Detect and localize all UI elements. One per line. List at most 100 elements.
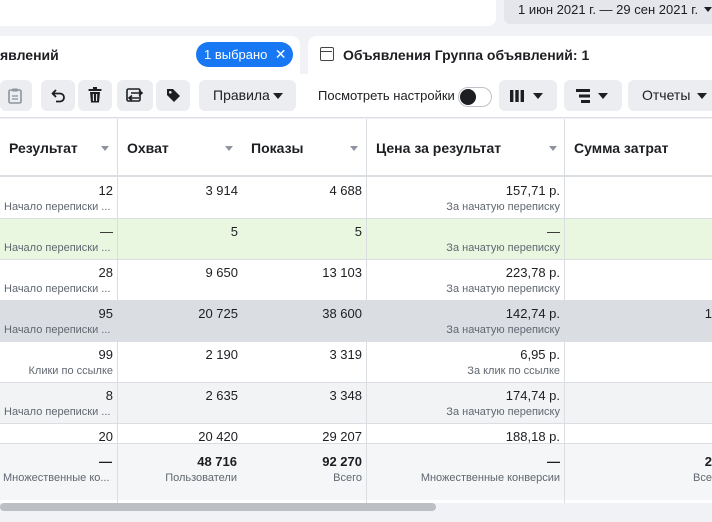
cell-value: 20 bbox=[98, 429, 113, 444]
cell-subtext: Начало переписки ... bbox=[4, 242, 111, 254]
table-row[interactable]: 12 Начало переписки ... 3 914 4 688 157,71 р… bbox=[0, 178, 712, 219]
cell-value: — bbox=[100, 224, 113, 239]
clipboard-button[interactable] bbox=[0, 80, 32, 111]
table-row[interactable]: 8 Начало переписки ... 2 635 3 348 174,74 р.… bbox=[0, 383, 712, 424]
cell-value: 20 420 bbox=[198, 429, 238, 444]
reports-label: Отчеты bbox=[642, 87, 691, 103]
totals-cost-per-result: — bbox=[547, 454, 560, 469]
totals-result-sub: Множественные ко... bbox=[3, 472, 110, 484]
column-header-cost-per-result[interactable]: Цена за результат bbox=[367, 119, 564, 177]
table-row[interactable]: 95 Начало переписки ... 20 725 38 600 142,74… bbox=[0, 301, 712, 342]
cell-value: 2 190 bbox=[205, 347, 238, 362]
chevron-down-icon bbox=[273, 93, 283, 99]
column-header-amount-spent[interactable]: Сумма затрат bbox=[565, 119, 712, 177]
cell-subtext: За начатую переписку bbox=[446, 201, 560, 213]
totals-reach: 48 716 bbox=[197, 454, 237, 469]
cell-value: 99 bbox=[98, 347, 113, 362]
view-settings-toggle[interactable] bbox=[458, 87, 492, 107]
cell-value: 95 bbox=[98, 306, 113, 321]
rules-button[interactable]: Правила bbox=[199, 80, 296, 111]
columns-button[interactable] bbox=[499, 80, 557, 111]
column-header-reach-label: Охват bbox=[127, 140, 169, 156]
table-cell-spend bbox=[565, 178, 712, 219]
table-cell-cost: — За начатую переписку bbox=[367, 219, 564, 260]
delete-button[interactable] bbox=[78, 80, 112, 111]
cell-value: 13 103 bbox=[322, 265, 362, 280]
column-header-result[interactable]: Результат bbox=[0, 119, 117, 177]
cell-subtext: Начало переписки ... bbox=[4, 406, 111, 418]
cell-value: 28 bbox=[98, 265, 113, 280]
totals-amount-spent: 2 bbox=[704, 454, 712, 469]
table-cell-impressions: 4 688 bbox=[242, 178, 366, 219]
top-bar: 1 июн 2021 г. — 29 сен 2021 г. bbox=[0, 0, 712, 32]
tab-ads-in-group-label: Объявления Группа объявлений: 1 bbox=[343, 47, 590, 63]
breakdown-button[interactable] bbox=[564, 80, 622, 111]
cell-subtext: Начало переписки ... bbox=[4, 324, 111, 336]
column-divider bbox=[366, 444, 367, 501]
column-divider bbox=[564, 444, 565, 501]
totals-result: — bbox=[99, 454, 112, 469]
undo-button[interactable] bbox=[41, 80, 75, 111]
sort-icon[interactable] bbox=[225, 146, 233, 151]
sort-icon[interactable] bbox=[101, 146, 109, 151]
cell-subtext: Начало переписки ... bbox=[4, 201, 111, 213]
table-row[interactable]: 99 Клики по ссылке 2 190 3 319 6,95 р. За кли… bbox=[0, 342, 712, 383]
column-header-result-label: Результат bbox=[9, 140, 78, 156]
cell-subtext: За начатую переписку bbox=[446, 242, 560, 254]
top-bar-left-area bbox=[0, 0, 496, 26]
table-cell-impressions: 38 600 bbox=[242, 301, 366, 342]
sort-icon[interactable] bbox=[350, 146, 358, 151]
cell-subtext: За начатую переписку bbox=[446, 406, 560, 418]
table-cell-result: 8 Начало переписки ... bbox=[0, 383, 117, 424]
swap-button[interactable] bbox=[117, 80, 153, 111]
trash-icon bbox=[88, 87, 102, 103]
columns-icon bbox=[510, 90, 524, 102]
cell-value: 9 650 bbox=[205, 265, 238, 280]
chevron-down-icon bbox=[598, 93, 608, 99]
selected-count-label: 1 выбрано bbox=[204, 47, 268, 62]
tab-ads-in-group[interactable]: Объявления Группа объявлений: 1 bbox=[308, 36, 712, 74]
table-cell-result: 12 Начало переписки ... bbox=[0, 178, 117, 219]
cell-value: 6,95 р. bbox=[520, 347, 560, 362]
close-icon[interactable]: ✕ bbox=[275, 42, 287, 67]
cell-value: 4 688 bbox=[329, 183, 362, 198]
view-settings-label: Посмотреть настройки bbox=[318, 88, 455, 103]
table-cell-result: 95 Начало переписки ... bbox=[0, 301, 117, 342]
table-cell-spend bbox=[565, 260, 712, 301]
table-row[interactable]: 28 Начало переписки ... 9 650 13 103 223,78 … bbox=[0, 260, 712, 301]
table-cell-spend bbox=[565, 342, 712, 383]
column-header-cost-per-result-label: Цена за результат bbox=[376, 140, 502, 156]
totals-row: — Множественные ко... 48 716 Пользовател… bbox=[0, 443, 712, 501]
table-cell-reach: 2 635 bbox=[118, 383, 242, 424]
table-cell-impressions: 3 319 bbox=[242, 342, 366, 383]
reports-button[interactable]: Отчеты bbox=[628, 80, 712, 111]
totals-amount-spent-sub: Все bbox=[693, 472, 712, 484]
selected-count-pill[interactable]: 1 выбрано ✕ bbox=[196, 42, 294, 67]
table-cell-impressions: 13 103 bbox=[242, 260, 366, 301]
cell-value: 5 bbox=[354, 224, 362, 239]
table-row[interactable]: — Начало переписки ... 5 5 — За начатую переп… bbox=[0, 219, 712, 260]
toolbar: Правила Посмотреть настройки Отчеты bbox=[0, 74, 712, 118]
date-range-picker[interactable]: 1 июн 2021 г. — 29 сен 2021 г. bbox=[504, 0, 712, 24]
cell-value: 12 bbox=[98, 183, 113, 198]
cell-subtext: За начатую переписку bbox=[446, 283, 560, 295]
chevron-down-icon bbox=[697, 93, 707, 99]
horizontal-scrollbar[interactable] bbox=[0, 503, 712, 511]
cell-value: 142,74 р. bbox=[505, 306, 560, 321]
table-cell-cost: 174,74 р. За начатую переписку bbox=[367, 383, 564, 424]
table-cell-reach: 20 725 bbox=[118, 301, 242, 342]
table-cell-spend: 1 bbox=[565, 301, 712, 342]
tab-ads[interactable]: явлений 1 выбрано ✕ bbox=[0, 36, 300, 74]
window-icon bbox=[320, 47, 334, 61]
clipboard-icon bbox=[8, 88, 22, 104]
scrollbar-thumb[interactable] bbox=[0, 503, 436, 511]
totals-impressions-sub: Всего bbox=[333, 472, 362, 484]
tag-button[interactable] bbox=[156, 80, 190, 111]
table-cell-impressions: 5 bbox=[242, 219, 366, 260]
sort-icon[interactable] bbox=[549, 146, 557, 151]
toggle-knob bbox=[460, 89, 476, 105]
cell-value: 157,71 р. bbox=[505, 183, 560, 198]
column-header-reach[interactable]: Охват bbox=[118, 119, 242, 177]
cell-value: 20 725 bbox=[198, 306, 238, 321]
column-header-impressions[interactable]: Показы bbox=[242, 119, 366, 177]
